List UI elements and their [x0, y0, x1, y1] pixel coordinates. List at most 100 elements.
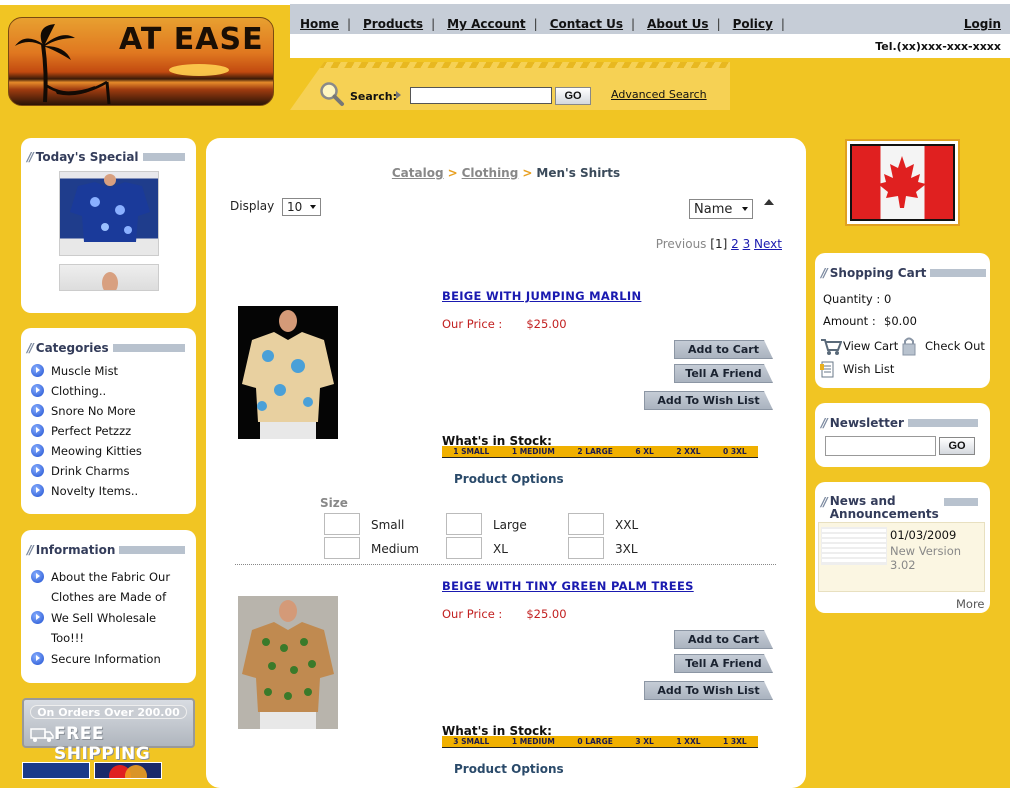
product-image[interactable] — [238, 306, 338, 439]
information-label: Information — [35, 543, 116, 557]
add-to-cart-button[interactable]: Add to Cart — [674, 340, 773, 359]
newsletter-email-input[interactable] — [825, 436, 936, 456]
login-link[interactable]: Login — [964, 17, 1001, 31]
nav-separator: | — [631, 17, 636, 31]
display-label: Display — [230, 199, 275, 213]
site-logo[interactable]: AT EASE — [8, 17, 274, 106]
nav-my-account[interactable]: My Account — [447, 17, 526, 31]
qty-medium-input[interactable] — [324, 537, 360, 559]
cart-quantity-value: 0 — [884, 292, 892, 306]
news-more-link[interactable]: More — [956, 597, 985, 611]
slash-decoration: // — [821, 416, 828, 430]
free-shipping-condition: On Orders Over 200.00 — [30, 705, 187, 719]
free-shipping-text: FREE SHIPPING — [54, 724, 151, 764]
search-go-button[interactable]: GO — [555, 87, 591, 105]
breadcrumb-clothing[interactable]: Clothing — [462, 166, 519, 180]
stock-item: 3 SMALL — [453, 737, 490, 746]
free-shipping-banner[interactable]: On Orders Over 200.00 FREE SHIPPING — [22, 698, 195, 764]
arrow-bullet-icon — [31, 364, 44, 377]
telephone-number: Tel.(xx)xxx-xxx-xxxx — [875, 40, 1001, 53]
nav-contact-us[interactable]: Contact Us — [550, 17, 623, 31]
qty-3xl-input[interactable] — [568, 537, 604, 559]
product-divider — [235, 564, 776, 565]
special-product-image[interactable] — [59, 171, 159, 256]
nav-products[interactable]: Products — [363, 17, 423, 31]
newsletter-go-button[interactable]: GO — [939, 437, 975, 455]
nav-about-us[interactable]: About Us — [647, 17, 708, 31]
pager-page-2[interactable]: 2 — [731, 237, 739, 251]
palm-tree-icon — [15, 24, 111, 104]
wish-list-icon — [820, 361, 834, 378]
breadcrumb-catalog[interactable]: Catalog — [392, 166, 444, 180]
special-product-image-2[interactable] — [59, 264, 159, 291]
search-input[interactable] — [410, 87, 552, 104]
arrow-bullet-icon — [31, 464, 44, 477]
product-image[interactable] — [238, 596, 338, 729]
qty-xxl-input[interactable] — [568, 513, 604, 535]
product-shirt-graphic — [242, 600, 334, 729]
stock-item: 6 XL — [635, 447, 654, 456]
category-item[interactable]: Novelty Items.. — [31, 484, 142, 504]
information-item[interactable]: Secure Information — [31, 649, 189, 669]
size-small-label: Small — [371, 518, 405, 532]
category-item[interactable]: Meowing Kitties — [31, 444, 142, 464]
product-title-link[interactable]: BEIGE WITH TINY GREEN PALM TREES — [442, 579, 694, 593]
arrow-bullet-icon — [31, 652, 44, 665]
pager-page-3[interactable]: 3 — [743, 237, 751, 251]
information-label: Secure Information — [51, 652, 161, 666]
add-to-wish-list-button[interactable]: Add To Wish List — [644, 681, 773, 700]
news-item[interactable]: 01/03/2009 New Version 3.02 — [818, 522, 985, 592]
pager-previous: Previous — [655, 237, 707, 251]
advanced-search-link[interactable]: Advanced Search — [611, 88, 707, 101]
tell-a-friend-button[interactable]: Tell A Friend — [674, 364, 773, 383]
price-value: $25.00 — [526, 317, 567, 331]
nav-policy[interactable]: Policy — [733, 17, 773, 31]
tell-a-friend-button[interactable]: Tell A Friend — [674, 654, 773, 673]
size-medium-label: Medium — [371, 542, 419, 556]
magnifier-icon — [320, 82, 344, 106]
qty-large-input[interactable] — [446, 513, 482, 535]
price-label: Our Price : — [442, 607, 503, 621]
category-label: Drink Charms — [51, 464, 130, 478]
news-label: News and Announcements — [829, 494, 939, 521]
wish-list-link[interactable]: Wish List — [843, 362, 894, 376]
information-item[interactable]: We Sell Wholesale Too!!! — [31, 608, 189, 648]
information-item[interactable]: About the Fabric Our Clothes are Made of — [31, 567, 189, 607]
news-text: New Version 3.02 — [890, 544, 962, 572]
size-xl-label: XL — [493, 542, 508, 556]
sort-select[interactable]: Name — [689, 199, 753, 219]
category-item[interactable]: Muscle Mist — [31, 364, 142, 384]
display-count-select[interactable]: 10 — [282, 198, 321, 216]
stock-item: 1 SMALL — [453, 447, 490, 456]
qty-small-input[interactable] — [324, 513, 360, 535]
breadcrumb-separator: > — [522, 166, 533, 180]
cart-amount-label: Amount : — [823, 314, 876, 328]
news-thumbnail — [821, 527, 887, 565]
add-to-cart-button[interactable]: Add to Cart — [674, 630, 773, 649]
view-cart-link[interactable]: View Cart — [843, 339, 898, 353]
add-to-wish-list-button[interactable]: Add To Wish List — [644, 391, 773, 410]
sort-value: Name — [694, 201, 733, 217]
category-item[interactable]: Clothing.. — [31, 384, 142, 404]
canada-flag-map-image[interactable] — [845, 139, 960, 226]
category-item[interactable]: Perfect Petzzz — [31, 424, 142, 444]
categories-panel: //Categories Muscle Mist Clothing.. Snor… — [21, 328, 196, 514]
product-title-link[interactable]: BEIGE WITH JUMPING MARLIN — [442, 289, 641, 303]
product-price: Our Price : $25.00 — [442, 317, 567, 331]
product-shirt-graphic — [242, 310, 334, 439]
category-item[interactable]: Drink Charms — [31, 464, 142, 484]
pager-next[interactable]: Next — [754, 237, 782, 251]
category-item[interactable]: Snore No More — [31, 404, 142, 424]
maple-leaf-icon — [878, 156, 926, 208]
title-rule — [943, 498, 978, 506]
qty-xl-input[interactable] — [446, 537, 482, 559]
check-out-link[interactable]: Check Out — [925, 339, 985, 353]
nav-separator: | — [533, 17, 538, 31]
shirt-pattern — [70, 174, 150, 242]
main-nav: Home | Products | My Account | Contact Us | … — [300, 16, 797, 32]
stock-item: 1 MEDIUM — [511, 447, 555, 456]
sort-ascending-icon[interactable] — [764, 199, 774, 205]
title-rule — [112, 344, 185, 352]
arrow-bullet-icon — [31, 570, 44, 583]
nav-home[interactable]: Home — [300, 17, 339, 31]
